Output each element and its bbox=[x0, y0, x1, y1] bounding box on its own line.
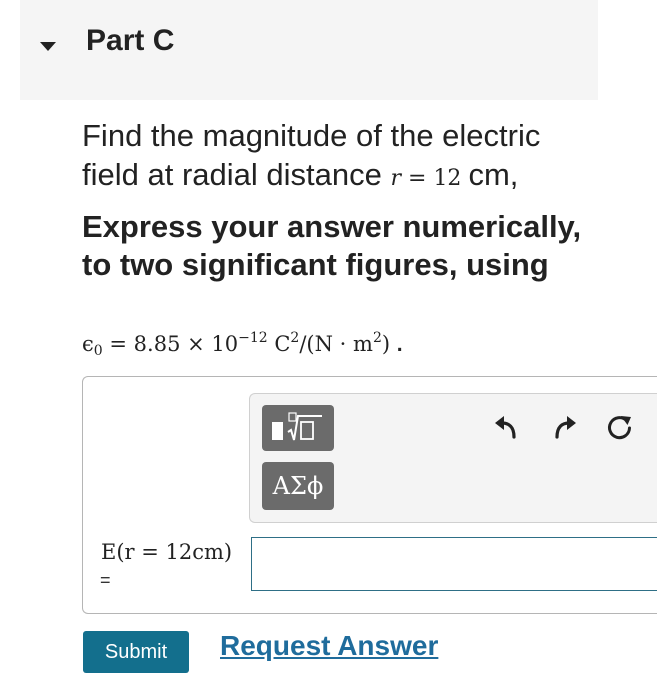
part-title: Part C bbox=[86, 24, 175, 57]
symbols-button[interactable]: ΑΣϕ bbox=[262, 462, 334, 510]
submit-button[interactable]: Submit bbox=[83, 631, 189, 673]
radius-value: 12 bbox=[433, 166, 462, 191]
radius-variable: r bbox=[390, 166, 401, 191]
reset-icon[interactable] bbox=[606, 413, 634, 441]
permittivity-constant: ϵ0 = 8.85 × 10−12 C2/(N · m2) . bbox=[82, 330, 403, 359]
answer-input[interactable] bbox=[251, 537, 657, 591]
constant-exponent: −12 bbox=[238, 330, 268, 346]
answer-label: E(r = 12cm) bbox=[101, 540, 233, 564]
radius-expression: r = 12 bbox=[390, 166, 468, 191]
unit-rest: /(N · m bbox=[299, 332, 373, 356]
unit-coulomb: C bbox=[274, 332, 291, 356]
math-templates-icon bbox=[272, 412, 322, 441]
epsilon-subscript: 0 bbox=[93, 343, 103, 359]
constant-period: . bbox=[396, 333, 403, 356]
unit-close: ) bbox=[381, 332, 391, 356]
radius-unit: cm, bbox=[468, 157, 519, 192]
undo-icon[interactable] bbox=[492, 413, 520, 441]
constant-equals: = bbox=[109, 332, 127, 356]
redo-icon[interactable] bbox=[551, 413, 579, 441]
radius-equals: = bbox=[408, 166, 427, 191]
request-answer-link[interactable]: Request Answer bbox=[220, 630, 438, 662]
constant-mantissa: 8.85 × 10 bbox=[133, 332, 239, 356]
question-text: Find the magnitude of the electric field… bbox=[82, 116, 602, 198]
unit-meter-exponent: 2 bbox=[372, 330, 382, 346]
epsilon-symbol: ϵ bbox=[82, 332, 94, 356]
unit-coulomb-exponent: 2 bbox=[290, 330, 300, 346]
answer-equals: = bbox=[100, 570, 111, 590]
templates-button[interactable] bbox=[262, 405, 334, 451]
collapse-caret-icon[interactable] bbox=[40, 42, 56, 51]
answer-instructions: Express your answer numerically, to two … bbox=[82, 209, 582, 282]
